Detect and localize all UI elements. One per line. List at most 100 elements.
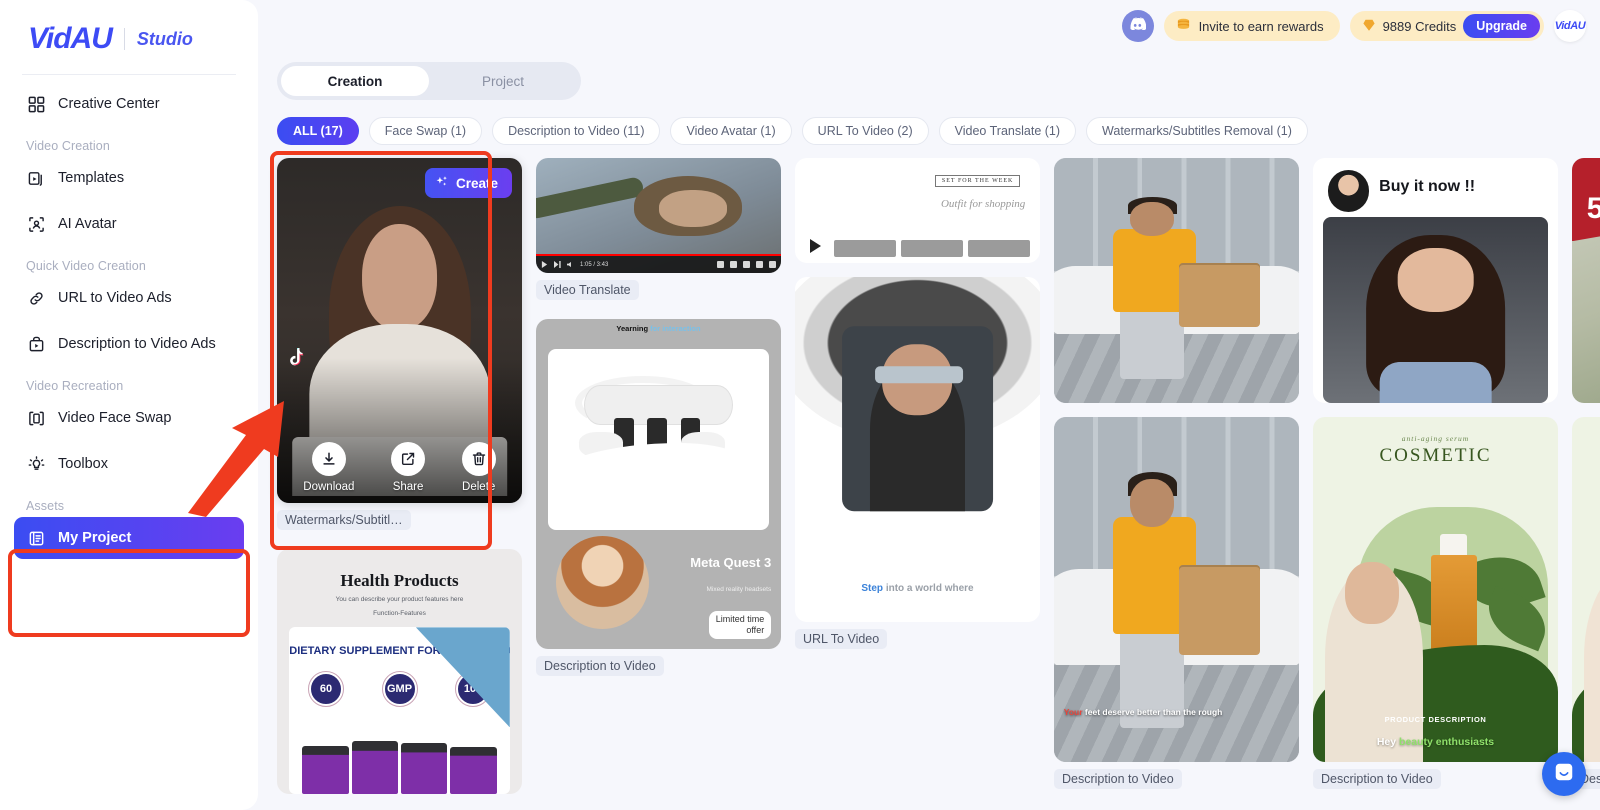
creation-card[interactable]: SET FOR THE WEEK Outfit for shopping bbox=[795, 158, 1040, 263]
card-label: URL To Video bbox=[795, 629, 888, 649]
chip-video-avatar[interactable]: Video Avatar (1) bbox=[670, 117, 792, 145]
cosmetic-kicker: anti-aging serum bbox=[1572, 417, 1600, 443]
card-thumbnail[interactable]: UP TO 50 % OFF bbox=[1572, 158, 1600, 403]
chip-all[interactable]: ALL (17) bbox=[277, 117, 359, 145]
filter-chips: ALL (17) Face Swap (1) Description to Vi… bbox=[277, 117, 1308, 145]
card-thumbnail[interactable]: Buy it now !! bbox=[1313, 158, 1558, 403]
card-thumbnail[interactable]: Step into a world where bbox=[795, 277, 1040, 622]
outfit-chip: SET FOR THE WEEK bbox=[934, 174, 1021, 187]
chip-face-swap[interactable]: Face Swap (1) bbox=[368, 117, 483, 145]
creation-grid: Create Download Share Delete Watermarks/… bbox=[277, 158, 1600, 810]
sidebar-item-label: Templates bbox=[58, 170, 125, 186]
creation-card[interactable]: anti-aging serum COSMETIC PRODUCT DESCRI… bbox=[1572, 417, 1600, 794]
card-thumbnail[interactable]: Yearning for interaction Meta Quest 3 Mi… bbox=[536, 319, 781, 649]
sidebar-item-templates[interactable]: Templates bbox=[14, 157, 244, 199]
video-player-bar[interactable]: 1:05 / 3:43 bbox=[536, 254, 781, 273]
tab-creation[interactable]: Creation bbox=[281, 66, 429, 96]
app-root: VidAU Studio Creative Center Video Creat… bbox=[0, 0, 1600, 810]
card-thumbnail[interactable]: SET FOR THE WEEK Outfit for shopping bbox=[795, 158, 1040, 263]
creation-card[interactable]: anti-aging serum COSMETIC PRODUCT DESCRI… bbox=[1313, 417, 1558, 794]
creation-card[interactable]: Your feet deserve better than the rough … bbox=[1054, 417, 1299, 794]
upgrade-button[interactable]: Upgrade bbox=[1463, 14, 1540, 38]
chip-video-translate[interactable]: Video Translate (1) bbox=[938, 117, 1077, 145]
cosmetic-title: COSMETIC bbox=[1379, 445, 1492, 467]
chip-watermarks-subtitles-removal[interactable]: Watermarks/Subtitles Removal (1) bbox=[1086, 117, 1308, 145]
card-thumbnail[interactable]: Create Download Share Delete bbox=[277, 158, 522, 503]
sidebar-item-url-to-video-ads[interactable]: URL to Video Ads bbox=[14, 277, 244, 319]
vr-headline: Yearning for interaction bbox=[536, 319, 781, 333]
sidebar-item-my-project[interactable]: My Project bbox=[14, 517, 244, 559]
sidebar-item-label: URL to Video Ads bbox=[58, 290, 172, 306]
sidebar-item-ai-avatar[interactable]: AI Avatar bbox=[14, 203, 244, 245]
cosmetic-kicker: anti-aging serum bbox=[1401, 434, 1470, 444]
sidebar-item-video-face-swap[interactable]: Video Face Swap bbox=[14, 397, 244, 439]
avatar[interactable]: VidAU bbox=[1554, 10, 1586, 42]
ai-avatar-icon bbox=[26, 214, 46, 234]
cosmetic-caption-2: Hey beauty enthusiasts bbox=[1313, 736, 1558, 748]
sidebar-group-assets: Assets bbox=[26, 499, 65, 513]
card-thumbnail[interactable]: 1:05 / 3:43 bbox=[536, 158, 781, 273]
theater-icon[interactable] bbox=[756, 261, 763, 268]
highlight-box-assets bbox=[8, 549, 250, 637]
card-thumbnail[interactable] bbox=[1054, 158, 1299, 403]
fullscreen-icon[interactable] bbox=[769, 261, 776, 268]
coffee-inner-frame bbox=[841, 325, 994, 512]
templates-icon bbox=[26, 168, 46, 188]
sale-percent: 50 bbox=[1586, 192, 1600, 226]
creation-card[interactable]: 1:05 / 3:43 Video Translate bbox=[536, 158, 781, 305]
card-label: Video Translate bbox=[536, 280, 639, 300]
discord-button[interactable] bbox=[1121, 10, 1154, 42]
sidebar-item-label: Video Face Swap bbox=[58, 410, 172, 426]
sidebar-item-creative-center[interactable]: Creative Center bbox=[14, 83, 244, 125]
card-thumbnail[interactable]: anti-aging serum COSMETIC PRODUCT DESCRI… bbox=[1313, 417, 1558, 762]
chip-url-to-video[interactable]: URL To Video (2) bbox=[801, 117, 929, 145]
delete-action[interactable]: Delete bbox=[461, 442, 496, 493]
sidebar-item-description-to-video-ads[interactable]: Description to Video Ads bbox=[14, 323, 244, 365]
sparkle-icon bbox=[435, 175, 449, 192]
creation-card[interactable]: Health Products You can describe your pr… bbox=[277, 549, 522, 794]
creation-card[interactable] bbox=[1054, 158, 1299, 403]
grid-icon bbox=[26, 94, 46, 114]
creation-card[interactable]: Yearning for interaction Meta Quest 3 Mi… bbox=[536, 319, 781, 681]
card-thumbnail[interactable]: Health Products You can describe your pr… bbox=[277, 549, 522, 794]
sidebar-item-toolbox[interactable]: Toolbox bbox=[14, 443, 244, 485]
create-button[interactable]: Create bbox=[424, 168, 512, 198]
download-icon bbox=[311, 442, 346, 476]
captions-icon[interactable] bbox=[717, 261, 724, 268]
play-icon[interactable] bbox=[809, 238, 821, 253]
man-caption-a: Your bbox=[1063, 707, 1083, 718]
creation-card[interactable]: Step into a world where URL To Video bbox=[795, 277, 1040, 654]
health-badge: GMP bbox=[381, 670, 418, 707]
creation-card[interactable]: Create Download Share Delete Watermarks/… bbox=[277, 158, 522, 535]
creation-card[interactable]: Buy it now !! bbox=[1313, 158, 1558, 403]
sidebar-divider bbox=[22, 74, 236, 75]
health-badge: 60 bbox=[308, 670, 344, 707]
video-timestamp: 1:05 / 3:43 bbox=[580, 261, 609, 268]
invite-to-earn-rewards-button[interactable]: Invite to earn rewards bbox=[1163, 11, 1340, 41]
coffee-caption: Step into a world where bbox=[795, 583, 1040, 594]
health-sub-2: Function-Features bbox=[373, 609, 426, 617]
chat-button[interactable] bbox=[1542, 752, 1586, 796]
man-caption-b: feet deserve better than the rough bbox=[1084, 707, 1223, 718]
miniplayer-icon[interactable] bbox=[743, 261, 750, 268]
card-actions: Download Share Delete bbox=[277, 442, 522, 493]
card-thumbnail[interactable]: anti-aging serum COSMETIC PRODUCT DESCRI… bbox=[1572, 417, 1600, 762]
settings-icon[interactable] bbox=[730, 261, 737, 268]
sidebar-item-label: Description to Video Ads bbox=[58, 336, 216, 352]
credits-pill: 9889 Credits Upgrade bbox=[1349, 11, 1544, 41]
creation-card[interactable]: UP TO 50 % OFF bbox=[1572, 158, 1600, 403]
download-action[interactable]: Download bbox=[303, 442, 354, 493]
health-bottles bbox=[302, 740, 497, 794]
share-action[interactable]: Share bbox=[391, 442, 426, 493]
health-panel: DIETARY SUPPLEMENT FOR MEN AND WOMEN 60 … bbox=[289, 627, 510, 794]
tab-project[interactable]: Project bbox=[429, 66, 577, 96]
share-label: Share bbox=[392, 481, 424, 493]
description-icon bbox=[26, 334, 46, 354]
card-thumbnail[interactable]: Your feet deserve better than the rough bbox=[1054, 417, 1299, 762]
chat-icon bbox=[1553, 761, 1575, 788]
vr-bubble-line-1: Limited time bbox=[715, 613, 765, 624]
invite-label: Invite to earn rewards bbox=[1198, 18, 1324, 34]
chip-description-to-video[interactable]: Description to Video (11) bbox=[492, 117, 661, 145]
project-icon bbox=[26, 528, 46, 548]
health-sub-1: You can describe your product features h… bbox=[335, 596, 464, 604]
